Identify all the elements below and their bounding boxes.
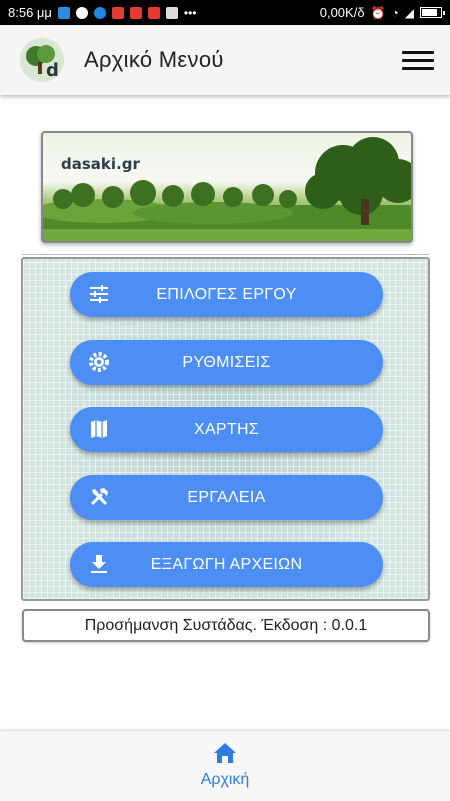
project-options-button[interactable]: ΕΠΙΛΟΓΕΣ ΕΡΓΟΥ (70, 272, 383, 317)
gear-icon (88, 351, 110, 373)
tools-button[interactable]: ΕΡΓΑΛΕΙΑ (70, 475, 383, 520)
menu-item-label: ΡΥΘΜΙΣΕΙΣ (182, 353, 271, 371)
version-info: Προσήμανση Συστάδας. Έκδοση : 0.0.1 (22, 609, 430, 642)
messenger-notification-icon (93, 6, 106, 19)
alarm-icon: ⏰ (370, 5, 386, 20)
app-bar: d Αρχικό Μενού (0, 25, 450, 95)
mail-notification-icon (129, 6, 142, 19)
menu-item-label: ΕΡΓΑΛΕΙΑ (187, 488, 266, 506)
download-icon (88, 553, 110, 575)
settings-button[interactable]: ΡΥΘΜΙΣΕΙΣ (70, 340, 383, 385)
menu-item-label: ΕΠΙΛΟΓΕΣ ΕΡΓΟΥ (156, 285, 297, 303)
nav-item-label: Αρχική (200, 771, 250, 788)
svg-text:d: d (46, 60, 59, 81)
status-time: 8:56 μμ (8, 5, 52, 20)
page-title: Αρχικό Μενού (84, 47, 224, 72)
status-bar: 8:56 μμ ••• 0,00K/δ ⏰ ◔ ◢ (0, 0, 450, 25)
google-notification-icon (75, 6, 88, 19)
mail-notification-icon (111, 6, 124, 19)
wifi-icon: ◔ (391, 5, 399, 20)
menu-panel: ΕΠΙΛΟΓΕΣ ΕΡΓΟΥ ΡΥΘΜΙΣΕΙΣ ΧΑΡΤΗΣ ΕΡΓΑΛΕΙΑ… (21, 257, 430, 601)
forest-logo-icon: d (18, 36, 66, 84)
map-button[interactable]: ΧΑΡΤΗΣ (70, 407, 383, 452)
bottom-navigation: Αρχική (0, 730, 450, 800)
signal-icon: ◢ (404, 5, 414, 20)
more-notifications-icon: ••• (183, 5, 197, 20)
mail-notification-icon (147, 6, 160, 19)
network-speed: 0,00K/δ (319, 5, 365, 20)
menu-item-label: ΧΑΡΤΗΣ (193, 420, 260, 438)
divider (22, 254, 429, 255)
export-files-button[interactable]: ΕΞΑΓΩΓΗ ΑΡΧΕΙΩΝ (70, 542, 383, 587)
hamburger-menu-icon[interactable] (402, 44, 434, 76)
nav-item-home[interactable]: Αρχική (175, 731, 275, 801)
banner-text: dasaki.gr (61, 155, 140, 173)
menu-item-label: ΕΞΑΓΩΓΗ ΑΡΧΕΙΩΝ (150, 555, 303, 573)
home-icon (214, 743, 236, 763)
image-notification-icon (165, 6, 178, 19)
tune-icon (88, 283, 110, 305)
map-icon (88, 418, 110, 440)
vpn-notification-icon (57, 6, 70, 19)
banner-image: dasaki.gr (41, 131, 413, 243)
battery-icon (420, 7, 445, 18)
tools-icon (88, 486, 110, 508)
